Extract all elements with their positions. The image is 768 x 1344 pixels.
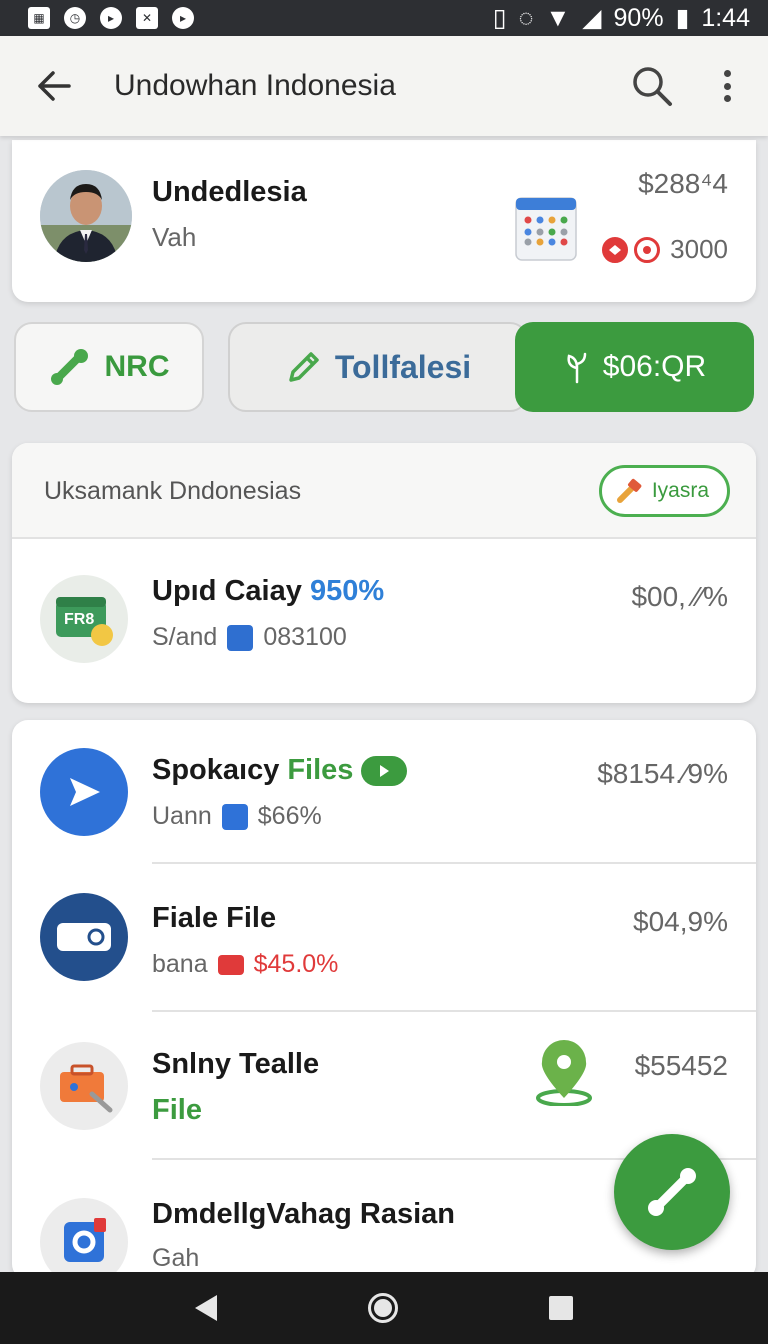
gift-icon — [602, 236, 629, 263]
wrench-icon — [648, 1168, 696, 1216]
signal-icon: ◢ — [582, 4, 602, 32]
pencil-icon — [289, 352, 319, 382]
clock-notification-icon: ◷ — [64, 7, 86, 29]
profile-card[interactable]: Undedlesia Vah $288⁴4 3000 — [12, 140, 756, 302]
send-icon — [40, 748, 128, 836]
sprout-icon — [567, 352, 587, 384]
play-notification-icon: ▸ — [100, 7, 122, 29]
tag-icon — [217, 954, 244, 975]
list-item-subtitle: Uann $66% — [152, 802, 322, 831]
award-icon — [634, 236, 661, 263]
item-title-accent: 950% — [309, 575, 385, 607]
wifi-icon: ▼ — [545, 3, 571, 32]
profile-subtitle: Vah — [152, 222, 197, 252]
badge-value: 3000 — [670, 234, 728, 264]
badge-row: 3000 — [602, 234, 728, 265]
item-sub-value: 083100 — [263, 623, 347, 651]
hammer-icon — [616, 478, 642, 503]
item-title-text: Upıd Caiay — [152, 575, 302, 607]
scan-qr-button-label: $06:QR — [602, 350, 707, 383]
app-bar: Undowhan Indonesia — [0, 36, 768, 136]
wrench-fab-button[interactable] — [614, 1134, 730, 1250]
item-subtitle: S/and 083100 — [152, 623, 347, 652]
info-square-icon — [221, 803, 248, 830]
wrench-icon — [50, 349, 88, 385]
divider — [152, 862, 756, 864]
nav-back-icon[interactable] — [195, 1295, 218, 1321]
more-options-icon[interactable] — [712, 66, 742, 106]
gallery-notification-icon: ▦ — [28, 7, 50, 29]
list-item-amount: $04,9% — [633, 906, 728, 937]
nav-home-icon[interactable] — [367, 1293, 398, 1323]
list-item-title: Snlny Tealle — [152, 1048, 320, 1080]
toolbox-icon — [40, 1042, 128, 1130]
battery-icon: ▮ — [675, 4, 690, 32]
alarm-icon: ◌ — [518, 3, 534, 32]
list-item-sub-text: Gah — [152, 1244, 200, 1272]
settings-app-icon — [40, 1198, 128, 1280]
nrc-button-label: NRC — [104, 350, 170, 383]
list-item-sub-value: $45.0% — [253, 950, 339, 978]
scan-qr-button[interactable]: $06:QR — [515, 322, 754, 412]
item-sub-text: S/and — [152, 623, 218, 651]
list-item-title-text: Spokaıcy — [152, 754, 280, 786]
grid-icon — [227, 624, 254, 651]
section-label: Uksamank Dndonesias — [44, 477, 302, 505]
section-header: Uksamank Dndonesias Iyasra — [12, 443, 756, 539]
page-title: Undowhan Indonesia — [114, 69, 396, 102]
play-store-notification-icon: ▸ — [172, 7, 194, 29]
divider — [152, 1010, 756, 1012]
list-item-sub-text: Uann — [152, 802, 212, 830]
wallet-icon-text: FR8 — [64, 611, 95, 628]
list-item-title-accent: Files — [287, 754, 354, 786]
close-notification-icon: ✕ — [136, 7, 158, 29]
chip-label: Iyasra — [651, 479, 709, 502]
item-title: Upıd Caiay 950% — [152, 575, 384, 608]
list-item-title-secondary: File — [152, 1094, 202, 1126]
profile-name: Undedlesia — [152, 176, 307, 208]
list-item-title: Fiale File — [152, 902, 277, 934]
iyasra-chip[interactable]: Iyasra — [598, 465, 730, 517]
avatar — [40, 170, 132, 262]
location-pin-icon[interactable] — [532, 1040, 596, 1111]
clock-time: 1:44 — [701, 3, 750, 32]
status-bar: ▦ ◷ ▸ ✕ ▸ ▯ ◌ ▼ ◢ 90% ▮ 1:44 — [0, 0, 768, 36]
list-item-title: DmdellgVahag Rasian — [152, 1198, 455, 1230]
list-item-subtitle: Gah — [152, 1244, 199, 1273]
profile-amount: $288⁴4 — [638, 168, 728, 199]
list-item-amount: $8154.⁄9% — [597, 758, 728, 789]
card-icon — [40, 893, 128, 981]
list-item-title: Spokaıcy Files — [152, 754, 408, 787]
battery-percent: 90% — [613, 3, 664, 32]
tollfalesi-button[interactable]: Tollfalesi — [228, 322, 528, 412]
back-arrow-icon[interactable] — [34, 66, 74, 106]
wallet-icon: FR8 — [40, 575, 128, 663]
list-item-sub-value: $66% — [257, 802, 322, 830]
search-icon[interactable] — [630, 64, 674, 108]
list-item-subtitle: bana $45.0% — [152, 950, 338, 979]
section-card: Uksamank Dndonesias Iyasra FR8 Upıd Caia… — [12, 443, 756, 703]
item-amount: $00, ⁄⁄% — [631, 581, 728, 612]
nrc-button[interactable]: NRC — [14, 322, 204, 412]
system-nav-bar — [0, 1272, 768, 1344]
list-item-sub-text: bana — [152, 950, 208, 978]
tollfalesi-button-label: Tollfalesi — [334, 348, 472, 385]
nav-recents-icon[interactable] — [548, 1296, 573, 1320]
list-item-amount: $55452 — [634, 1050, 728, 1081]
play-badge-icon — [361, 755, 408, 786]
calendar-icon[interactable] — [514, 192, 578, 262]
vibrate-icon: ▯ — [492, 4, 507, 32]
